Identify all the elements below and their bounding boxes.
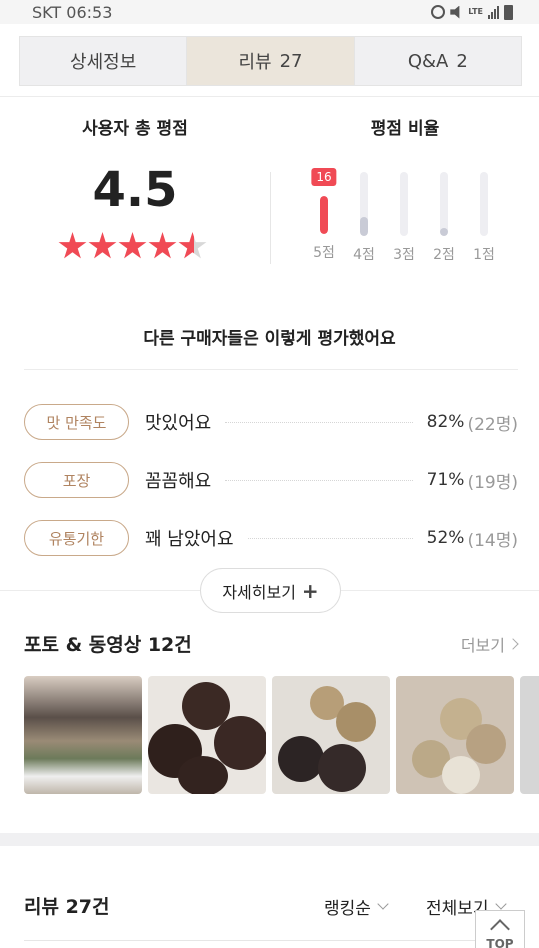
evaluation-count: (19명): [467, 472, 518, 493]
chevron-right-icon: [507, 638, 519, 650]
dotted-leader: [225, 479, 413, 481]
ratio-track: [400, 172, 408, 236]
chevron-down-icon: [377, 898, 389, 910]
sort-label: 랭킹순: [324, 899, 371, 919]
photos-more-label: 더보기: [460, 636, 505, 655]
ratio-label: 1점: [473, 247, 495, 263]
evaluation-title: 다른 구매자들은 이렇게 평가했어요: [143, 329, 396, 349]
evaluation-row: 포장 꼼꼼해요 71% (19명): [24, 461, 518, 499]
ratio-bar: 4점: [350, 170, 378, 264]
evaluation-tag: 유통기한: [24, 520, 129, 556]
evaluation-percent: 52%: [426, 528, 465, 548]
photo-thumbnail[interactable]: [148, 676, 266, 794]
ratio-track: [480, 172, 488, 236]
status-bar: SKT 06:53 LTE: [0, 0, 539, 24]
evaluation-row: 유통기한 꽤 남았어요 52% (14명): [24, 519, 518, 557]
plus-icon: +: [301, 578, 319, 603]
ratio-bar: 16 5점: [310, 168, 338, 264]
reviews-title: 리뷰 27건: [24, 896, 110, 918]
rating-score: 4.5: [92, 162, 178, 218]
divider: [24, 369, 518, 370]
ratio-track: [320, 196, 328, 234]
evaluation-percent: 82%: [426, 412, 465, 432]
battery-icon: [504, 4, 513, 20]
tab-bar: 상세정보 리뷰 27 Q&A 2: [19, 36, 522, 86]
ratio-bar: 3점: [390, 170, 418, 264]
evaluation-text: 맛있어요: [145, 413, 212, 434]
star-half-icon: [178, 232, 207, 259]
star-full-icon: [88, 232, 117, 259]
ratio-label: 4점: [353, 247, 375, 263]
photos-more-link[interactable]: 더보기: [460, 632, 519, 656]
ratio-fill: [440, 228, 448, 236]
status-icons: LTE: [431, 4, 513, 20]
see-more-label: 자세히보기: [222, 582, 296, 602]
divider: [270, 172, 271, 264]
ratio-fill: [360, 217, 368, 236]
ratio-fill: [320, 196, 328, 234]
divider: [0, 96, 539, 97]
alarm-icon: [431, 5, 446, 19]
evaluation-percent: 71%: [426, 470, 465, 490]
evaluation-text: 꽤 남았어요: [145, 529, 234, 550]
arrow-up-icon: [490, 919, 510, 939]
see-more-button[interactable]: 자세히보기 +: [200, 568, 341, 613]
sort-dropdown[interactable]: 랭킹순: [324, 894, 389, 919]
evaluation-count: (14명): [467, 530, 518, 551]
photo-thumbnail[interactable]: [520, 676, 539, 794]
dotted-leader: [225, 421, 413, 423]
star-full-icon: [148, 232, 177, 259]
tab-label: 상세정보: [70, 52, 137, 73]
evaluation-count: (22명): [467, 414, 518, 435]
evaluation-row: 맛 만족도 맛있어요 82% (22명): [24, 403, 518, 441]
photos-title: 포토 & 동영상 12건: [24, 634, 192, 656]
rating-title: 사용자 총 평점: [82, 119, 188, 139]
photo-thumbnail[interactable]: [24, 676, 142, 794]
evaluation-tag: 포장: [24, 462, 129, 498]
divider: [24, 940, 518, 941]
tab-qna[interactable]: Q&A 2: [354, 37, 521, 85]
ratio-title: 평점 비율: [370, 119, 440, 139]
tab-reviews[interactable]: 리뷰 27: [187, 37, 355, 85]
lte-icon: LTE: [468, 7, 483, 16]
tab-label: Q&A: [407, 50, 449, 72]
ratio-label: 3점: [393, 247, 415, 263]
ratio-bar: 2점: [430, 170, 458, 264]
star-rating: [58, 232, 207, 261]
ratio-track: [440, 172, 448, 236]
photo-thumbnail[interactable]: [396, 676, 514, 794]
section-divider: [0, 833, 539, 846]
dotted-leader: [247, 537, 413, 539]
chevron-down-icon: [494, 898, 507, 910]
carrier-time: SKT 06:53: [32, 2, 113, 22]
ratio-badge: 16: [311, 168, 337, 186]
tab-label: 리뷰: [238, 52, 272, 73]
mute-icon: [450, 5, 460, 19]
tab-details[interactable]: 상세정보: [20, 37, 188, 85]
tab-count: 2: [456, 50, 468, 72]
photo-thumbnail[interactable]: [272, 676, 390, 794]
photo-strip[interactable]: [24, 676, 539, 796]
ratio-bar: 1점: [470, 170, 498, 264]
ratio-track: [360, 172, 368, 236]
rating-ratio-chart: 16 5점 4점 3점 2점 1점: [310, 168, 498, 264]
ratio-label: 2점: [433, 247, 455, 263]
tab-count: 27: [279, 50, 303, 72]
evaluation-text: 꼼꼼해요: [145, 471, 212, 492]
ratio-label: 5점: [313, 245, 335, 261]
star-full-icon: [58, 232, 87, 259]
evaluation-tag: 맛 만족도: [24, 404, 129, 440]
signal-icon: [488, 5, 499, 19]
scroll-top-button[interactable]: TOP: [475, 910, 525, 948]
star-full-icon: [118, 232, 147, 259]
review-page: SKT 06:53 LTE 상세정보 리뷰 27 Q&A 2 사용자 총 평점 …: [0, 0, 539, 948]
